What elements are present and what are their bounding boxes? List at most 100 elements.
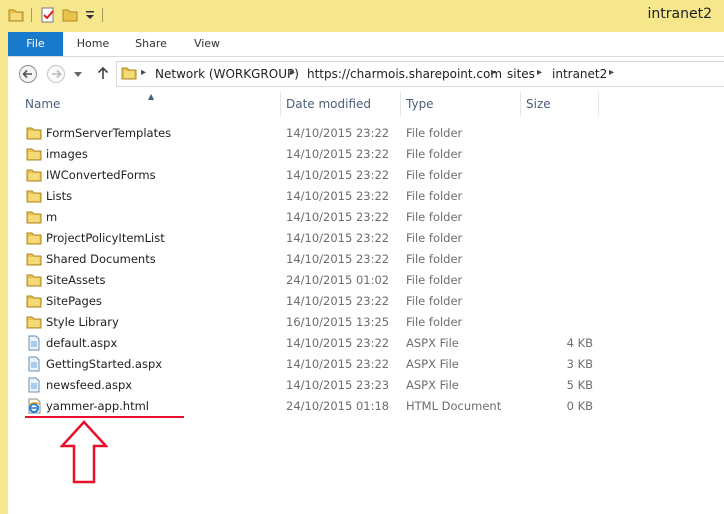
file-name: SiteAssets xyxy=(46,273,106,287)
file-type: ASPX File xyxy=(406,357,459,371)
properties-icon[interactable] xyxy=(40,7,56,23)
breadcrumb-sites[interactable]: sites xyxy=(507,67,535,81)
file-type: File folder xyxy=(406,126,463,140)
column-divider[interactable] xyxy=(280,92,281,116)
file-size: 3 KB xyxy=(566,357,593,371)
forward-button[interactable] xyxy=(46,64,66,84)
file-date-modified: 24/10/2015 01:02 xyxy=(286,273,390,287)
file-type: File folder xyxy=(406,147,463,161)
file-name: SitePages xyxy=(46,294,102,308)
file-name: ProjectPolicyItemList xyxy=(46,231,165,245)
folder-icon xyxy=(26,314,42,330)
ie-html-icon xyxy=(26,398,42,414)
file-name: Shared Documents xyxy=(46,252,156,266)
folder-icon xyxy=(26,125,42,141)
file-date-modified: 14/10/2015 23:22 xyxy=(286,147,390,161)
file-type: File folder xyxy=(406,273,463,287)
tab-share[interactable]: Share xyxy=(126,32,176,56)
back-button[interactable] xyxy=(18,64,38,84)
highlight-underline xyxy=(25,416,184,418)
column-divider[interactable] xyxy=(520,92,521,116)
chevron-right-icon[interactable]: ▸ xyxy=(141,67,146,78)
file-row[interactable]: Style Library 16/10/2015 13:25 File folder xyxy=(8,312,724,333)
file-type: HTML Document xyxy=(406,399,502,413)
breadcrumb-network[interactable]: Network (WORKGROUP) xyxy=(155,67,299,81)
file-row[interactable]: yammer-app.html 24/10/2015 01:18 HTML Docu… xyxy=(8,396,724,417)
file-name: images xyxy=(46,147,88,161)
ribbon-tabs: File Home Share View xyxy=(8,32,724,57)
tab-view[interactable]: View xyxy=(182,32,232,56)
file-date-modified: 14/10/2015 23:22 xyxy=(286,294,390,308)
file-date-modified: 14/10/2015 23:23 xyxy=(286,378,390,392)
file-name: m xyxy=(46,210,58,224)
file-row[interactable]: m 14/10/2015 23:22 File folder xyxy=(8,207,724,228)
address-bar[interactable]: ▸ Network (WORKGROUP) ▸ https://charmois… xyxy=(116,61,724,87)
breadcrumb-site-url[interactable]: https://charmois.sharepoint.com xyxy=(307,67,502,81)
qat-separator xyxy=(102,8,103,22)
title-bar: intranet2 xyxy=(0,0,724,32)
chevron-right-icon[interactable]: ▸ xyxy=(290,67,295,78)
navigation-bar: ▸ Network (WORKGROUP) ▸ https://charmois… xyxy=(8,57,724,91)
file-type: File folder xyxy=(406,189,463,203)
up-button[interactable] xyxy=(96,66,110,80)
file-name: IWConvertedForms xyxy=(46,168,156,182)
file-row[interactable]: GettingStarted.aspx 14/10/2015 23:22 ASPX … xyxy=(8,354,724,375)
file-row[interactable]: SiteAssets 24/10/2015 01:02 File folder xyxy=(8,270,724,291)
file-size: 0 KB xyxy=(566,399,593,413)
file-row[interactable]: Shared Documents 14/10/2015 23:22 File fol… xyxy=(8,249,724,270)
file-row[interactable]: SitePages 14/10/2015 23:22 File folder xyxy=(8,291,724,312)
column-header-type[interactable]: Type xyxy=(406,97,434,111)
qat-dropdown-icon[interactable] xyxy=(82,7,98,23)
file-row[interactable]: IWConvertedForms 14/10/2015 23:22 File fol… xyxy=(8,165,724,186)
file-name: FormServerTemplates xyxy=(46,126,172,140)
breadcrumb-intranet2[interactable]: intranet2 xyxy=(552,67,607,81)
file-row[interactable]: images 14/10/2015 23:22 File folder xyxy=(8,144,724,165)
column-header-name[interactable]: Name xyxy=(25,97,60,111)
file-type: File folder xyxy=(406,210,463,224)
tab-home[interactable]: Home xyxy=(68,32,118,56)
file-row[interactable]: newsfeed.aspx 14/10/2015 23:23 ASPX File 5 … xyxy=(8,375,724,396)
file-row[interactable]: ProjectPolicyItemList 14/10/2015 23:22 Fil… xyxy=(8,228,724,249)
chevron-right-icon[interactable]: ▸ xyxy=(609,67,614,78)
tab-file[interactable]: File xyxy=(8,32,63,56)
file-date-modified: 14/10/2015 23:22 xyxy=(286,126,390,140)
aspx-file-icon xyxy=(26,377,42,393)
window-frame-left xyxy=(0,32,8,514)
file-row[interactable]: default.aspx 14/10/2015 23:22 ASPX File 4 K… xyxy=(8,333,724,354)
file-type: File folder xyxy=(406,168,463,182)
column-header-date-modified[interactable]: Date modified xyxy=(286,97,371,111)
file-date-modified: 14/10/2015 23:22 xyxy=(286,357,390,371)
new-folder-icon[interactable] xyxy=(62,7,78,23)
file-date-modified: 14/10/2015 23:22 xyxy=(286,252,390,266)
folder-icon xyxy=(26,293,42,309)
folder-icon xyxy=(26,146,42,162)
recent-locations-icon[interactable] xyxy=(74,70,82,78)
file-date-modified: 24/10/2015 01:18 xyxy=(286,399,390,413)
column-header-size[interactable]: Size xyxy=(526,97,551,111)
aspx-file-icon xyxy=(26,356,42,372)
column-divider[interactable] xyxy=(400,92,401,116)
file-date-modified: 14/10/2015 23:22 xyxy=(286,189,390,203)
up-arrow-annotation-icon xyxy=(60,420,108,484)
column-divider[interactable] xyxy=(598,92,599,116)
window-title: intranet2 xyxy=(647,6,712,22)
file-row[interactable]: Lists 14/10/2015 23:22 File folder xyxy=(8,186,724,207)
folder-icon xyxy=(26,209,42,225)
folder-icon xyxy=(26,272,42,288)
file-name: newsfeed.aspx xyxy=(46,378,133,392)
file-name: default.aspx xyxy=(46,336,118,350)
folder-icon xyxy=(26,230,42,246)
chevron-right-icon[interactable]: ▸ xyxy=(537,67,542,78)
folder-app-icon xyxy=(8,9,24,22)
chevron-right-icon[interactable]: ▸ xyxy=(491,67,496,78)
file-name: Style Library xyxy=(46,315,119,329)
file-date-modified: 16/10/2015 13:25 xyxy=(286,315,390,329)
file-name: GettingStarted.aspx xyxy=(46,357,163,371)
file-type: File folder xyxy=(406,252,463,266)
file-row[interactable]: FormServerTemplates 14/10/2015 23:22 File … xyxy=(8,123,724,144)
file-type: File folder xyxy=(406,294,463,308)
file-type: File folder xyxy=(406,315,463,329)
qat-separator xyxy=(31,8,32,22)
folder-icon xyxy=(26,167,42,183)
file-date-modified: 14/10/2015 23:22 xyxy=(286,336,390,350)
